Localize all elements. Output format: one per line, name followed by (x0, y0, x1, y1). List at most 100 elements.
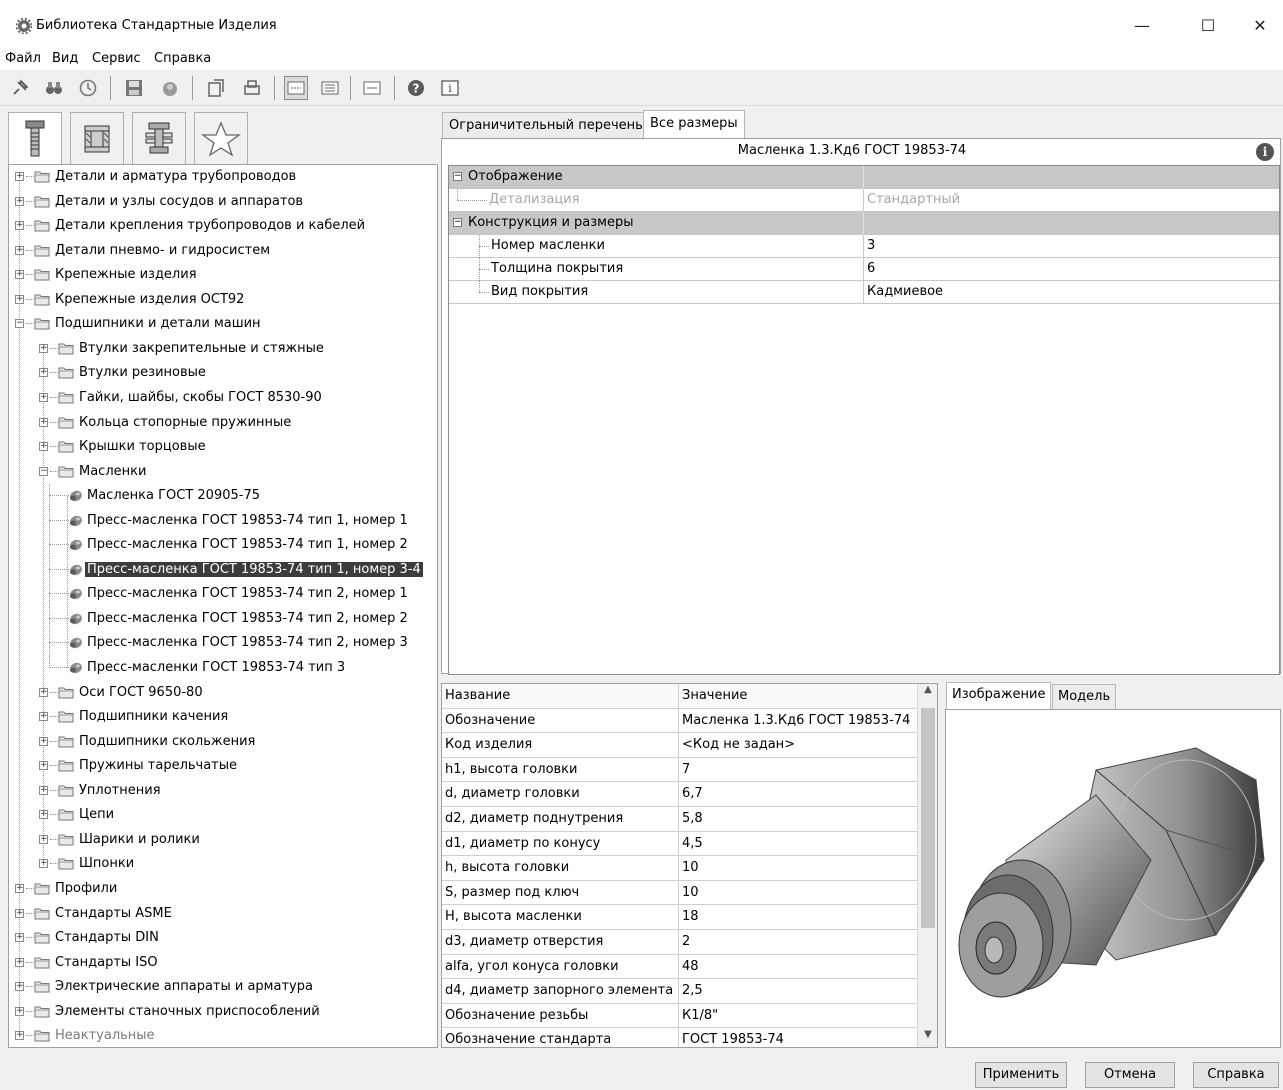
tree-item-row[interactable]: Пресс-масленка ГОСТ 19853-74 тип 1, номе… (9, 533, 437, 559)
expand-icon[interactable]: + (39, 761, 48, 771)
tab-image[interactable]: Изображение (946, 682, 1052, 710)
tree-folder-row[interactable]: + Гайки, шайбы, скобы ГОСТ 8530-90 (9, 386, 437, 410)
parameter-value[interactable]: 7 (682, 762, 690, 777)
tab-model[interactable]: Модель (1052, 684, 1117, 709)
scroll-up-icon[interactable]: ▲ (918, 684, 937, 702)
tab-fasteners[interactable] (8, 112, 62, 165)
table-row[interactable]: d, диаметр головки 6,7 (442, 782, 918, 807)
expand-icon[interactable]: + (39, 736, 48, 746)
tree-item-row[interactable]: Пресс-масленка ГОСТ 19853-74 тип 1, номе… (9, 508, 437, 534)
expand-icon[interactable]: + (39, 712, 48, 722)
tree-folder-row[interactable]: + Стандарты ASME (9, 902, 437, 926)
table-row[interactable]: d4, диаметр запорного элемента 2,5 (442, 979, 918, 1004)
tab-assemblies[interactable] (132, 112, 186, 164)
expand-icon[interactable]: + (15, 908, 24, 918)
tree-folder-row[interactable]: + Крепежные изделия ОСТ92 (9, 288, 437, 312)
collapse-icon[interactable]: − (39, 466, 48, 476)
close-button[interactable]: ✕ (1238, 10, 1282, 40)
table-row[interactable]: h1, высота головки 7 (442, 757, 918, 783)
help-button[interactable]: Справка (1193, 1062, 1279, 1088)
scrollbar-thumb[interactable] (921, 708, 935, 928)
column-header-value[interactable]: Значение (682, 688, 747, 703)
property-row[interactable]: Вид покрытия Кадмиевое (449, 281, 1279, 304)
tree-folder-row[interactable]: − Масленки (9, 460, 437, 484)
list-view-icon[interactable] (318, 76, 342, 100)
menu-file[interactable]: Файл (5, 51, 41, 66)
parameter-value[interactable]: 5,8 (682, 811, 703, 826)
tree-folder-row[interactable]: + Элементы станочных приспособлений (9, 1000, 437, 1024)
table-row[interactable]: S, размер под ключ 10 (442, 880, 918, 906)
about-info-icon[interactable]: i (438, 76, 462, 100)
tree-folder-row[interactable]: + Стандарты ISO (9, 951, 437, 975)
expand-icon[interactable]: + (15, 982, 24, 992)
expand-icon[interactable]: + (15, 933, 24, 943)
parameter-value[interactable]: ГОСТ 19853-74 (682, 1032, 784, 1047)
info-icon[interactable]: i (1256, 143, 1274, 161)
table-scrollbar[interactable]: ▲ ▼ (917, 684, 937, 1047)
expand-icon[interactable]: + (15, 196, 24, 206)
expand-icon[interactable]: + (39, 810, 48, 820)
tree-folder-row[interactable]: + Детали пневмо- и гидросистем (9, 239, 437, 263)
tree-folder-row[interactable]: + Подшипники скольжения (9, 730, 437, 754)
tree-folder-row[interactable]: + Крепежные изделия (9, 263, 437, 287)
property-value[interactable]: 6 (867, 261, 875, 276)
parameter-value[interactable]: 18 (682, 909, 699, 924)
table-row[interactable]: d3, диаметр отверстия 2 (442, 930, 918, 955)
expand-icon[interactable]: + (15, 883, 24, 893)
tree-folder-row[interactable]: + Подшипники качения (9, 705, 437, 729)
tree-folder-row[interactable]: + Неактуальные (9, 1024, 437, 1047)
group-construction[interactable]: − Конструкция и размеры (449, 212, 1279, 235)
tab-details[interactable] (70, 112, 124, 164)
tree-item-row[interactable]: Пресс-масленка ГОСТ 19853-74 тип 2, номе… (9, 606, 437, 632)
part-icon[interactable] (158, 76, 182, 100)
tree-item-row[interactable]: Пресс-масленка ГОСТ 19853-74 тип 2, номе… (9, 582, 437, 608)
group-display[interactable]: − Отображение (449, 166, 1279, 189)
parameter-value[interactable]: 6,7 (682, 786, 703, 801)
save-icon[interactable] (122, 76, 146, 100)
expand-icon[interactable]: + (39, 368, 48, 378)
table-row[interactable]: Обозначение Масленка 1.3.Кд6 ГОСТ 19853-7… (442, 708, 918, 734)
menu-view[interactable]: Вид (52, 51, 78, 66)
property-row-detail[interactable]: Детализация Стандартный (449, 189, 1279, 212)
expand-icon[interactable]: + (15, 957, 24, 967)
expand-icon[interactable]: + (15, 270, 24, 280)
details-view-icon[interactable] (360, 76, 384, 100)
parameter-value[interactable]: 2 (682, 934, 690, 949)
table-row[interactable]: Обозначение стандарта ГОСТ 19853-74 (442, 1028, 918, 1047)
tree-folder-row[interactable]: + Шпонки (9, 852, 437, 876)
property-value[interactable]: 3 (867, 238, 875, 253)
insert-icon[interactable] (204, 76, 228, 100)
cancel-button[interactable]: Отмена (1085, 1062, 1175, 1088)
parameter-value[interactable]: 48 (682, 959, 699, 974)
table-row[interactable]: alfa, угол конуса головки 48 (442, 954, 918, 980)
property-row[interactable]: Толщина покрытия 6 (449, 258, 1279, 281)
maximize-button[interactable]: ☐ (1186, 10, 1230, 40)
history-clock-icon[interactable] (76, 76, 100, 100)
tree-folder-row[interactable]: − Подшипники и детали машин (9, 312, 437, 336)
expand-icon[interactable]: + (15, 294, 24, 304)
table-row[interactable]: d2, диаметр поднутрения 5,8 (442, 807, 918, 832)
tree-folder-row[interactable]: + Втулки резиновые (9, 361, 437, 385)
collapse-icon[interactable]: − (453, 218, 462, 227)
parameter-value[interactable]: 4,5 (682, 836, 703, 851)
table-row[interactable]: Код изделия <Код не задан> (442, 733, 918, 758)
parameter-value[interactable]: <Код не задан> (682, 737, 795, 752)
minimize-button[interactable]: — (1120, 10, 1164, 40)
expand-icon[interactable]: + (15, 1031, 24, 1041)
table-row[interactable]: d1, диаметр по конусу 4,5 (442, 831, 918, 857)
tree-folder-row[interactable]: + Крышки торцовые (9, 435, 437, 459)
collapse-icon[interactable]: − (15, 319, 24, 329)
expand-icon[interactable]: + (39, 442, 48, 452)
print-icon[interactable] (240, 76, 264, 100)
tree-folder-row[interactable]: + Профили (9, 877, 437, 901)
expand-icon[interactable]: + (39, 859, 48, 869)
pin-icon[interactable] (8, 76, 32, 100)
tree-folder-row[interactable]: + Пружины тарельчатые (9, 754, 437, 778)
table-row[interactable]: h, высота головки 10 (442, 856, 918, 881)
tree-folder-row[interactable]: + Детали и арматура трубопроводов (9, 165, 437, 189)
tree-folder-row[interactable]: + Втулки закрепительные и стяжные (9, 337, 437, 361)
tree-folder-row[interactable]: + Детали крепления трубопроводов и кабеле… (9, 214, 437, 238)
expand-icon[interactable]: + (39, 343, 48, 353)
property-value[interactable]: Кадмиевое (867, 284, 943, 299)
collapse-icon[interactable]: − (453, 172, 462, 181)
